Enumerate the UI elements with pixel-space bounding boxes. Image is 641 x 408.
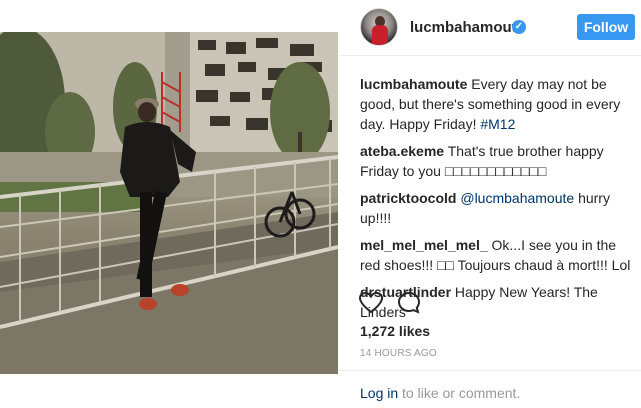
comment-author-link[interactable]: mel_mel_mel_mel_ (360, 237, 488, 253)
login-prompt: Log in to like or comment. (360, 385, 520, 401)
hashtag-link[interactable]: #M12 (480, 116, 515, 132)
comment-author-link[interactable]: ateba.ekeme (360, 143, 444, 159)
heart-icon[interactable] (358, 290, 384, 316)
post-sidebar: lucmbahamoute ✓ Follow lucmbahamoute Eve… (338, 0, 641, 408)
post-photo[interactable] (0, 32, 338, 374)
instagram-post: lucmbahamoute ✓ Follow lucmbahamoute Eve… (0, 0, 641, 408)
post-timestamp: 14 HOURS AGO (360, 348, 437, 359)
likes-count[interactable]: 1,272 likes (360, 323, 430, 339)
mention-link[interactable]: @lucmbahamoute (460, 190, 574, 206)
comment-icon[interactable] (396, 290, 422, 316)
comment-item: mel_mel_mel_mel_ Ok...I see you in the r… (360, 235, 635, 275)
post-footer: Log in to like or comment. (338, 370, 641, 408)
verified-badge-icon: ✓ (512, 20, 526, 34)
login-prompt-text: to like or comment. (398, 385, 521, 401)
post-actions (358, 290, 458, 318)
login-link[interactable]: Log in (360, 385, 398, 401)
photo-scene (0, 32, 338, 374)
username-link[interactable]: lucmbahamoute (410, 19, 525, 36)
comment-item: patricktoocold @lucmbahamoute hurry up!!… (360, 188, 635, 228)
follow-button[interactable]: Follow (577, 14, 635, 40)
comment-item: ateba.ekeme That's true brother happy Fr… (360, 141, 635, 181)
comment-author-link[interactable]: patricktoocold (360, 190, 456, 206)
comment-author-link[interactable]: lucmbahamoute (360, 76, 467, 92)
post-header: lucmbahamoute ✓ Follow (338, 0, 641, 56)
comment-item: lucmbahamoute Every day may not be good,… (360, 74, 635, 134)
avatar[interactable] (360, 8, 398, 46)
